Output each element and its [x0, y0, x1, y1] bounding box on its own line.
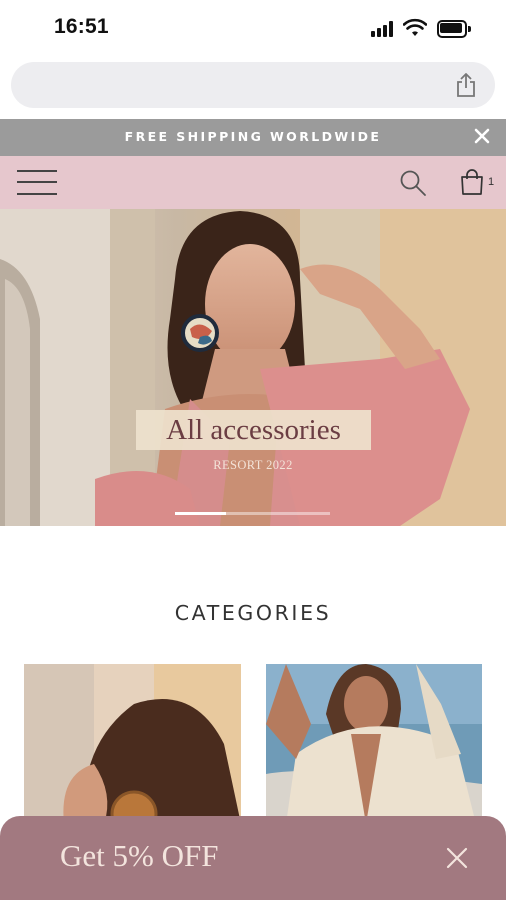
category-image	[266, 664, 482, 824]
wifi-icon	[403, 18, 427, 36]
close-icon[interactable]	[472, 126, 492, 146]
announcement-bar: FREE SHIPPING WORLDWIDE	[0, 119, 506, 156]
hero-image	[0, 209, 506, 526]
shopping-bag-icon[interactable]	[460, 169, 484, 195]
slider-progress-active	[175, 512, 227, 515]
hamburger-icon[interactable]	[17, 168, 57, 198]
hero-banner[interactable]	[0, 209, 506, 526]
close-icon[interactable]	[445, 846, 469, 870]
status-bar: 16:51	[0, 0, 506, 58]
battery-icon	[437, 20, 471, 38]
discount-text[interactable]: Get 5% OFF	[60, 838, 218, 874]
category-image	[24, 664, 241, 824]
cellular-signal-icon	[371, 21, 397, 37]
cart-count-badge: 1	[488, 176, 495, 188]
categories-heading: CATEGORIES	[174, 601, 332, 625]
site-header	[0, 156, 506, 209]
discount-popup[interactable]: Get 5% OFF	[0, 816, 506, 900]
status-time: 16:51	[54, 15, 109, 38]
category-card[interactable]	[266, 664, 482, 824]
hero-title-box[interactable]: All accessories	[136, 410, 371, 450]
slider-progress[interactable]	[175, 512, 330, 515]
share-icon[interactable]	[455, 72, 477, 98]
search-icon[interactable]	[399, 169, 427, 197]
hero-subtitle: RESORT 2022	[213, 458, 293, 472]
category-card[interactable]	[24, 664, 241, 824]
announcement-text: FREE SHIPPING WORLDWIDE	[124, 129, 382, 144]
hero-title[interactable]: All accessories	[136, 414, 371, 447]
browser-address-bar[interactable]	[11, 62, 495, 108]
